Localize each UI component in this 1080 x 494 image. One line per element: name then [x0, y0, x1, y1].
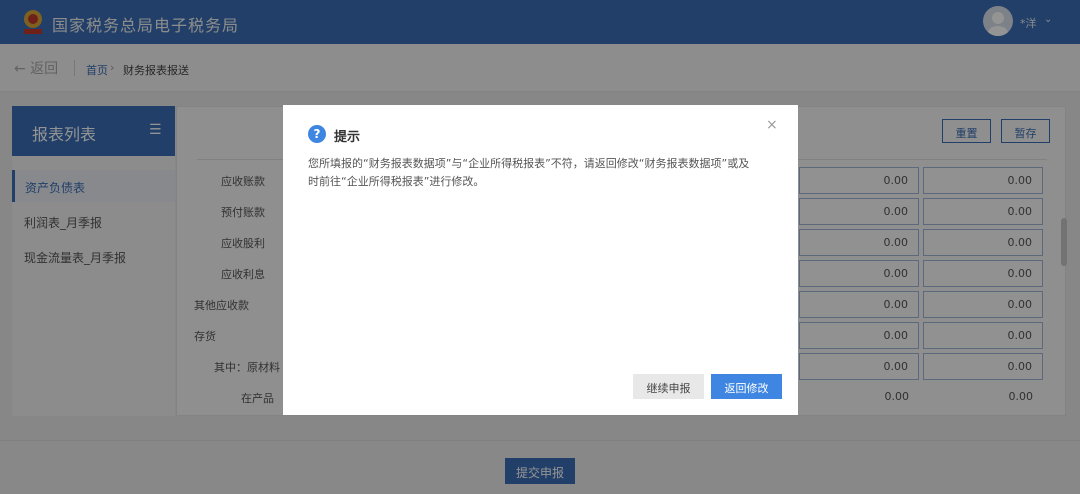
- dialog-message: 您所填报的“财务报表数据项”与“企业所得税报表”不符，请返回修改“财务报表数据项…: [308, 157, 750, 188]
- continue-submit-button[interactable]: 继续申报: [633, 374, 704, 399]
- return-edit-button[interactable]: 返回修改: [711, 374, 782, 399]
- alert-dialog: ? 提示 × 您所填报的“财务报表数据项”与“企业所得税报表”不符，请返回修改“…: [283, 105, 798, 415]
- question-icon: ?: [308, 125, 326, 143]
- dialog-title: 提示: [334, 130, 361, 145]
- close-icon[interactable]: ×: [766, 117, 778, 133]
